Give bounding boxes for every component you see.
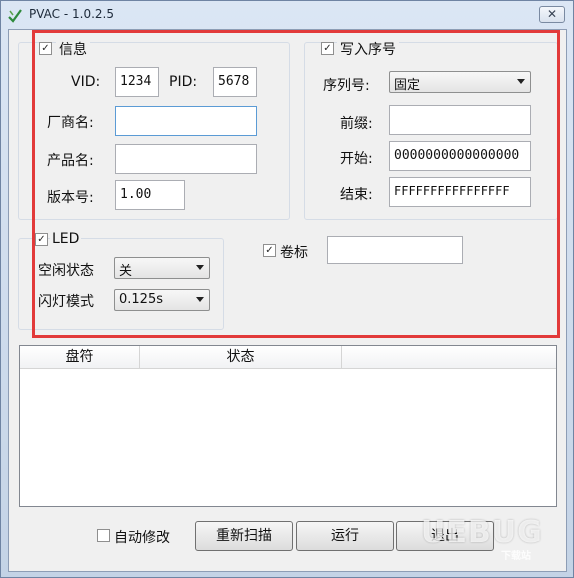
volume-input[interactable] [327, 236, 463, 264]
volume-checkbox[interactable]: ✓ [263, 244, 276, 257]
list-header: 盘符 状态 [20, 346, 556, 369]
client-area: ✓ 信息 VID: 1234 PID: 5678 厂商名: 产品名: 版本号: … [8, 29, 567, 572]
serial-type-value: 固定 [394, 78, 421, 93]
chevron-down-icon [517, 79, 525, 84]
serial-type-select[interactable]: 固定 [389, 71, 531, 93]
product-input[interactable] [115, 144, 257, 174]
volume-checkbox-label: 卷标 [280, 245, 308, 261]
column-status[interactable]: 状态 [140, 346, 342, 369]
blink-mode-value: 0.125s [119, 292, 163, 307]
start-label: 开始: [340, 151, 373, 167]
close-button[interactable]: ✕ [539, 6, 565, 23]
rescan-button[interactable]: 重新扫描 [195, 521, 293, 551]
version-label: 版本号: [47, 190, 94, 206]
vendor-input[interactable] [115, 106, 257, 136]
pid-label: PID: [169, 74, 198, 90]
led-checkbox-label: LED [50, 231, 82, 247]
end-input[interactable]: FFFFFFFFFFFFFFFF [389, 177, 531, 207]
led-checkbox[interactable]: ✓ [35, 233, 48, 246]
serial-checkbox[interactable]: ✓ [321, 42, 334, 55]
idle-state-select[interactable]: 关 [114, 257, 210, 279]
drive-list[interactable]: 盘符 状态 [19, 345, 557, 507]
serial-checkbox-label: 写入序号 [337, 39, 399, 59]
info-checkbox-label: 信息 [56, 39, 90, 59]
vid-label: VID: [71, 74, 101, 90]
start-input[interactable]: 0000000000000000 [389, 141, 531, 171]
watermark-sub: 下载站 [501, 551, 531, 562]
idle-state-label: 空闲状态 [38, 263, 94, 279]
product-label: 产品名: [47, 153, 94, 169]
prefix-label: 前缀: [340, 116, 373, 132]
chevron-down-icon [196, 297, 204, 302]
pid-input[interactable]: 5678 [213, 67, 257, 97]
idle-state-value: 关 [119, 264, 133, 279]
serial-type-label: 序列号: [323, 78, 370, 94]
watermark-logo: UEBUG [421, 515, 543, 550]
app-icon [8, 9, 22, 23]
prefix-input[interactable] [389, 105, 531, 135]
app-window: PVAC - 1.0.2.5 ✕ ✓ 信息 VID: 1234 PID: 567… [0, 0, 574, 578]
column-drive[interactable]: 盘符 [20, 346, 140, 369]
window-title: PVAC - 1.0.2.5 [29, 7, 114, 21]
vendor-label: 厂商名: [47, 115, 94, 131]
run-button[interactable]: 运行 [296, 521, 394, 551]
auto-modify-label: 自动修改 [114, 530, 170, 546]
end-label: 结束: [340, 187, 373, 203]
auto-modify-checkbox[interactable] [97, 529, 110, 542]
led-group [18, 238, 224, 330]
chevron-down-icon [196, 265, 204, 270]
blink-mode-select[interactable]: 0.125s [114, 289, 210, 311]
blink-mode-label: 闪灯模式 [38, 294, 94, 310]
title-bar[interactable]: PVAC - 1.0.2.5 ✕ [1, 1, 573, 29]
vid-input[interactable]: 1234 [115, 67, 159, 97]
version-input[interactable]: 1.00 [115, 180, 185, 210]
info-checkbox[interactable]: ✓ [39, 42, 52, 55]
